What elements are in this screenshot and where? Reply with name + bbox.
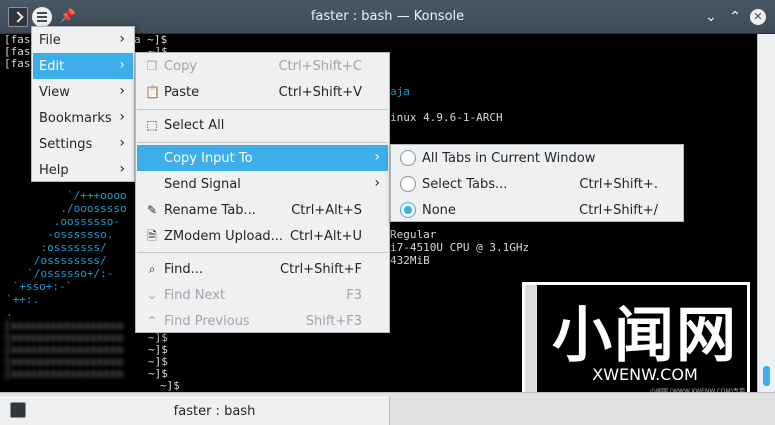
ascii-art-line: ./ooosssso [14,202,127,215]
radio-button-selected[interactable] [400,202,416,218]
menu-item-send-signal[interactable]: Send Signal › [137,171,388,197]
ascii-art-line: `++:. [6,293,40,306]
menu-item-help[interactable]: Help › [33,157,133,183]
menu-item-find-next[interactable]: ⌄ Find Next F3 [137,282,388,308]
menu-item-find-previous[interactable]: ⌃ Find Previous Shift+F3 [137,308,388,334]
terminal-tab-icon [10,402,26,418]
menu-item-select-tabs[interactable]: Select Tabs... Ctrl+Shift+. [392,171,682,197]
ascii-art-line: /ossssssss/ [14,254,107,267]
menu-item-rename-tab[interactable]: ✎ Rename Tab... Ctrl+Alt+S [137,197,388,223]
tab-label: faster : bash [173,404,256,419]
menu-item-edit[interactable]: Edit › [33,53,133,79]
minimize-button[interactable]: ⌄ [703,9,719,25]
tab-bar: faster : bash [0,392,775,425]
neofetch-user: aja [390,85,410,98]
tab-faster-bash[interactable]: faster : bash [0,396,390,425]
close-button[interactable]: ✕ [750,9,766,25]
ascii-art-line: -osssssso. [14,228,114,241]
menu-item-settings[interactable]: Settings › [33,131,133,157]
ascii-art-line: `+sso+:-` [6,280,73,293]
menu-item-copy[interactable]: ❐ Copy Ctrl+Shift+C [137,53,388,79]
terminal-line: ~]$ [160,379,180,392]
select-all-icon: ⬚ [146,118,158,132]
pencil-icon: ✎ [146,203,158,217]
watermark-url: XWENW.COM [592,365,698,384]
neofetch-kernel: inux 4.9.6-1-ARCH [390,111,503,124]
window-title: faster : bash — Konsole [310,9,465,24]
scrollbar-thumb[interactable] [763,366,770,386]
chevron-up-icon: ⌃ [146,314,158,328]
menu-separator [137,109,388,110]
document-icon: 🗎 [147,229,157,243]
main-menu: File › Edit › View › Bookmarks › Settings › H… [31,26,135,182]
menu-item-view[interactable]: View › [33,79,133,105]
search-icon: ⌕ [148,262,156,276]
menu-item-none[interactable]: None Ctrl+Shift+/ [392,197,682,223]
neofetch-font: Regular [390,228,437,241]
neofetch-memory: 432MiB [390,254,430,267]
menu-item-copy-input-to[interactable]: Copy Input To › [137,145,388,171]
copy-input-submenu: All Tabs in Current Window Select Tabs..… [390,144,684,222]
menu-item-file[interactable]: File › [33,27,133,53]
paste-icon: 📋 [145,85,160,99]
watermark-side-strip [525,285,537,397]
menu-item-bookmarks[interactable]: Bookmarks › [33,105,133,131]
menu-item-paste[interactable]: 📋 Paste Ctrl+Shift+V [137,79,388,105]
copy-icon: ❐ [146,59,158,73]
neofetch-cpu: i7-4510U CPU @ 3.1GHz [390,241,530,254]
ascii-art-line: . [6,306,13,319]
watermark-title: 小闻网 [552,301,738,371]
ascii-art-line: :osssssss/ [14,241,107,254]
menu-separator [137,252,388,253]
menu-item-all-tabs[interactable]: All Tabs in Current Window [392,145,682,171]
radio-button[interactable] [400,176,416,192]
watermark-logo: 小闻网 XWENW.COM 小闻网 (WWW.XWENW.COM)专用 [522,282,750,400]
menu-item-find[interactable]: ⌕ Find... Ctrl+Shift+F [137,256,388,282]
radio-button[interactable] [400,150,416,166]
vertical-scrollbar[interactable] [757,34,775,392]
chevron-down-icon: ⌄ [146,288,158,302]
blurred-prompt: [xxxxxxxxxxxxxxxxx [4,367,124,380]
menu-separator [137,142,388,143]
maximize-button[interactable]: ⌃ [727,9,743,25]
edit-submenu: ❐ Copy Ctrl+Shift+C 📋 Paste Ctrl+Shift+V… [135,52,390,333]
ascii-art-line: .oossssso- [14,215,120,228]
ascii-art-line: `/+++oooo [14,189,127,202]
ascii-art-line: `/ossssso+/:- [14,267,114,280]
menu-item-select-all[interactable]: ⬚ Select All [137,112,388,138]
terminal-line: [fas [4,57,31,70]
menu-item-zmodem-upload[interactable]: 🗎 ZModem Upload... Ctrl+Alt+U [137,223,388,249]
